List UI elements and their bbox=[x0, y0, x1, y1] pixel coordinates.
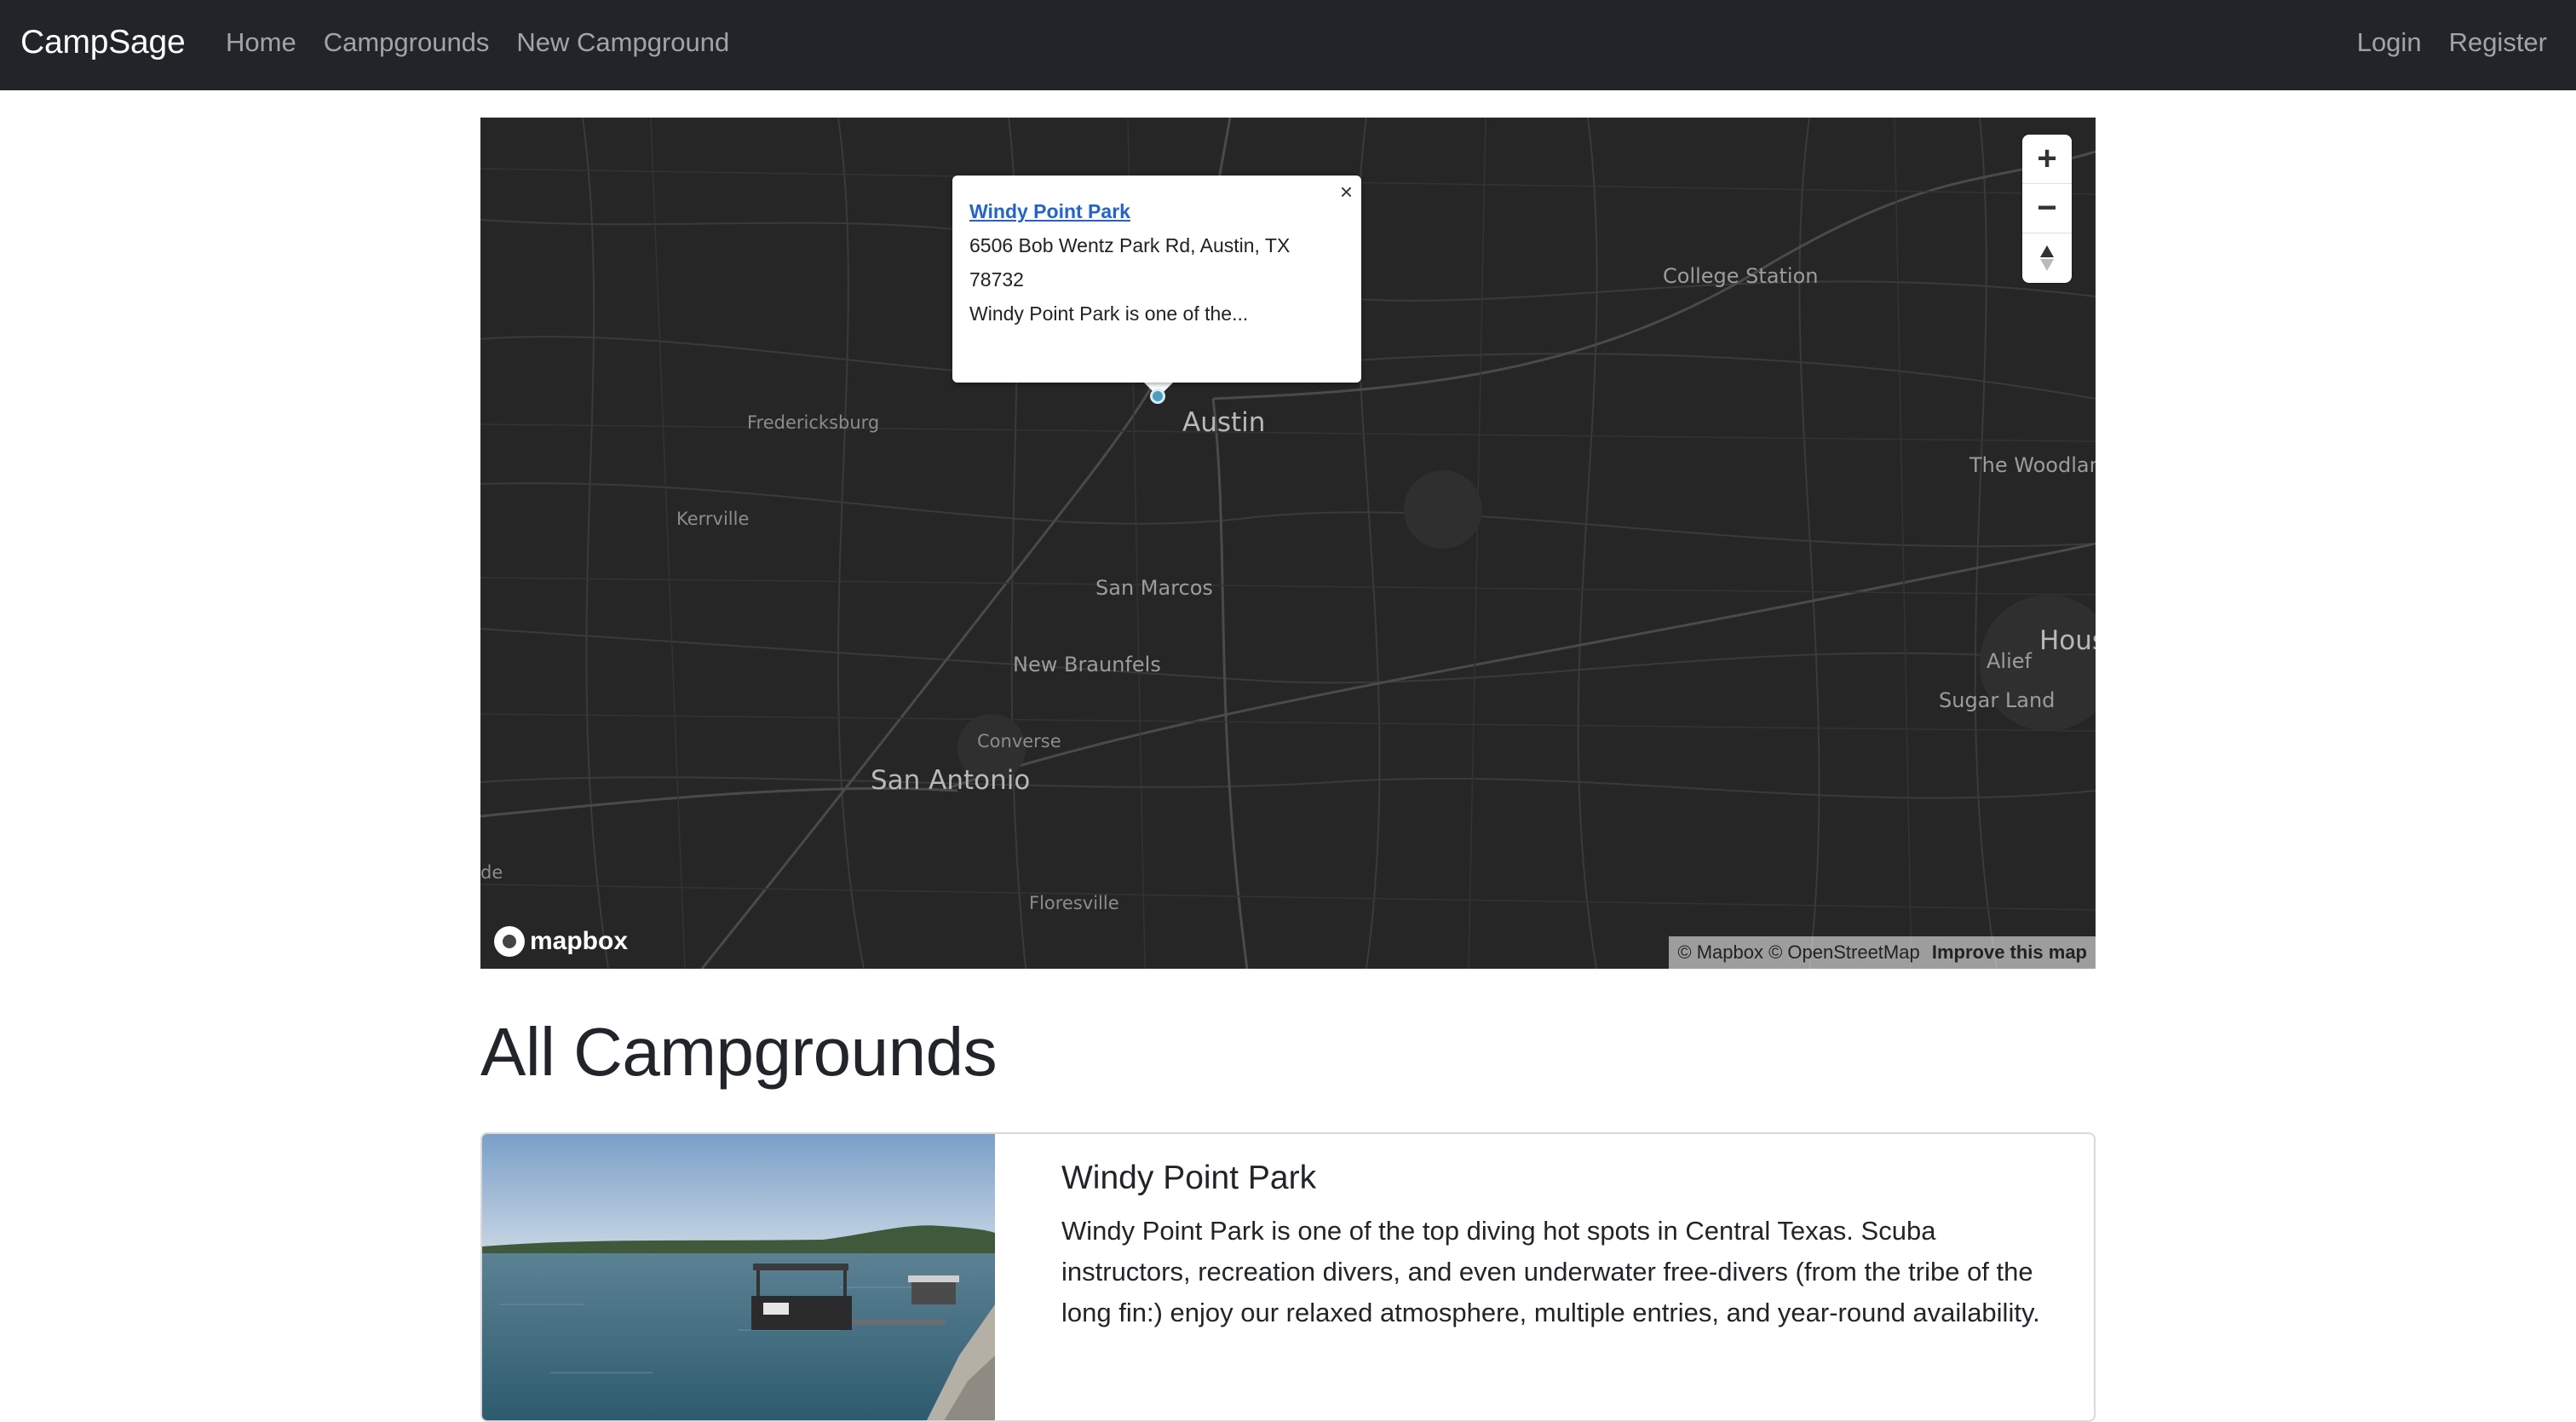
map-popup: × Windy Point Park 6506 Bob Wentz Park R… bbox=[952, 176, 1361, 383]
mapbox-logo-text: mapbox bbox=[530, 927, 629, 955]
map-attribution: © Mapbox © OpenStreetMap Improve this ma… bbox=[1669, 936, 2096, 969]
campground-card-body: Windy Point Park Windy Point Park is one… bbox=[1061, 1158, 2067, 1333]
city-label-san-marcos: San Marcos bbox=[1095, 576, 1213, 600]
compass-button[interactable] bbox=[2022, 233, 2072, 283]
nav-link-new-campground[interactable]: New Campground bbox=[516, 23, 729, 62]
popup-campground-link[interactable]: Windy Point Park bbox=[969, 194, 1344, 228]
campground-card: Windy Point Park Windy Point Park is one… bbox=[480, 1132, 2096, 1422]
city-label-austin: Austin bbox=[1182, 407, 1266, 438]
city-label-alief: Alief bbox=[1987, 649, 2032, 673]
zoom-in-button[interactable]: + bbox=[2022, 135, 2072, 184]
nav-left-links: Home Campgrounds New Campground bbox=[226, 23, 756, 62]
attribution-copyright[interactable]: © Mapbox © OpenStreetMap bbox=[1677, 941, 1919, 963]
map-nav-control: + − bbox=[2022, 135, 2072, 283]
city-label-new-braunfels: New Braunfels bbox=[1013, 653, 1161, 676]
popup-close-button[interactable]: × bbox=[1340, 181, 1353, 203]
brand-logo[interactable]: CampSage bbox=[20, 19, 186, 66]
compass-icon bbox=[2040, 245, 2054, 271]
page-title: All Campgrounds bbox=[480, 1014, 998, 1090]
city-label-edge: de bbox=[480, 862, 503, 883]
campground-image[interactable] bbox=[482, 1134, 995, 1422]
city-label-sugar-land: Sugar Land bbox=[1939, 688, 2056, 712]
cluster-map[interactable]: Fredericksburg Kerrville Austin College … bbox=[480, 118, 2096, 969]
mapbox-logo-icon bbox=[494, 926, 525, 957]
city-label-floresville: Floresville bbox=[1029, 893, 1119, 913]
nav-right-links: Login Register bbox=[2330, 23, 2547, 62]
mapbox-logo[interactable]: mapbox bbox=[494, 926, 628, 957]
zoom-out-button[interactable]: − bbox=[2022, 184, 2072, 233]
city-label-san-antonio: San Antonio bbox=[871, 765, 1031, 796]
improve-map-link[interactable]: Improve this map bbox=[1932, 941, 2087, 963]
campground-marker[interactable] bbox=[1150, 389, 1165, 404]
city-label-converse: Converse bbox=[977, 731, 1061, 751]
popup-address-line1: 6506 Bob Wentz Park Rd, Austin, TX bbox=[969, 234, 1291, 256]
city-label-college-station: College Station bbox=[1663, 264, 1819, 288]
nav-link-register[interactable]: Register bbox=[2449, 23, 2547, 62]
city-label-kerrville: Kerrville bbox=[676, 509, 750, 529]
top-navbar: CampSage Home Campgrounds New Campground… bbox=[0, 0, 2576, 90]
city-label-fredericksburg: Fredericksburg bbox=[747, 412, 880, 433]
popup-address-line2: 78732 bbox=[969, 268, 1024, 291]
nav-link-login[interactable]: Login bbox=[2357, 23, 2422, 62]
campground-description: Windy Point Park is one of the top divin… bbox=[1061, 1216, 2040, 1327]
popup-description: Windy Point Park is one of the... bbox=[969, 302, 1249, 325]
city-label-houston: Hous bbox=[2039, 625, 2096, 656]
city-label-the-woodlands: The Woodlan bbox=[1969, 453, 2096, 477]
nav-link-home[interactable]: Home bbox=[226, 23, 296, 62]
nav-link-campgrounds[interactable]: Campgrounds bbox=[324, 23, 490, 62]
campground-title: Windy Point Park bbox=[1061, 1160, 1317, 1196]
